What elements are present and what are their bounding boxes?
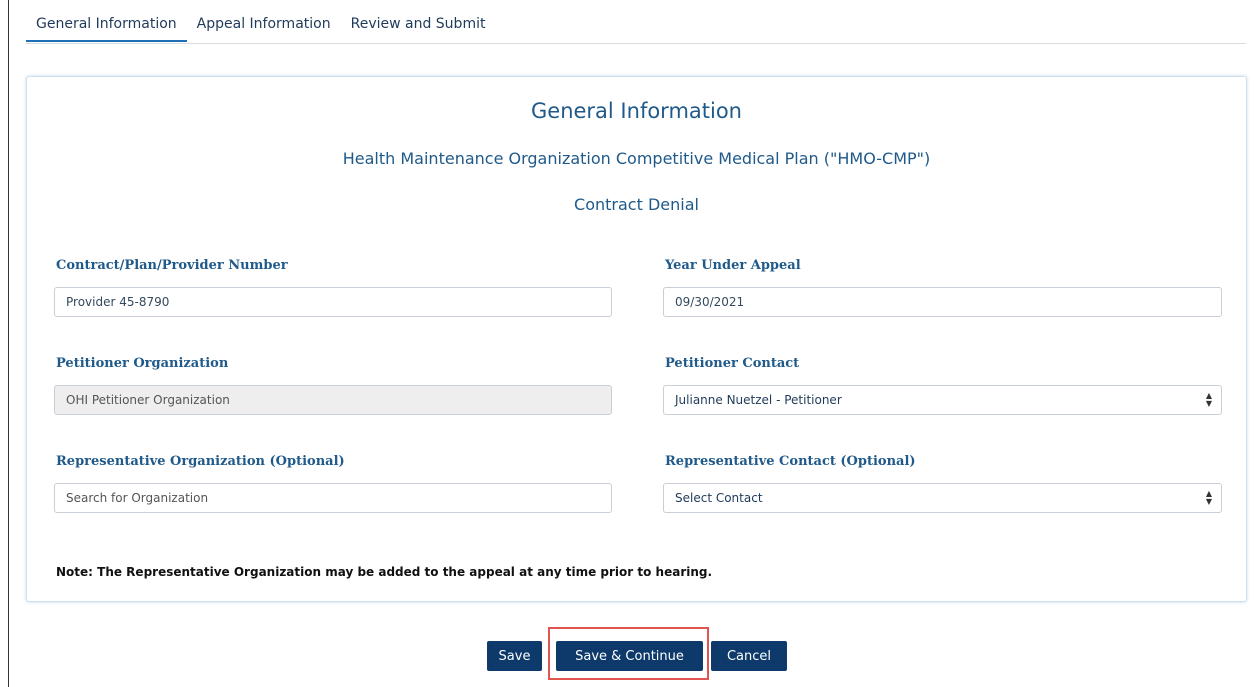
- save-button[interactable]: Save: [487, 641, 542, 671]
- contract-number-label: Contract/Plan/Provider Number: [56, 258, 288, 273]
- page-title: General Information: [531, 99, 742, 123]
- general-information-card: General Information Health Maintenance O…: [26, 76, 1247, 602]
- select-arrows-icon: ▲ ▼: [1205, 489, 1213, 506]
- year-under-appeal-input[interactable]: 09/30/2021: [663, 287, 1222, 317]
- tab-bar: General Information Appeal Information R…: [26, 8, 1246, 44]
- representative-contact-value: Select Contact: [675, 491, 763, 505]
- tab-general-information[interactable]: General Information: [26, 8, 187, 42]
- representative-organization-label: Representative Organization (Optional): [56, 454, 345, 469]
- appeal-type-heading: Contract Denial: [574, 195, 699, 214]
- petitioner-organization-label: Petitioner Organization: [56, 356, 229, 371]
- petitioner-contact-label: Petitioner Contact: [665, 356, 800, 371]
- petitioner-organization-input: OHI Petitioner Organization: [54, 385, 612, 415]
- representative-contact-label: Representative Contact (Optional): [665, 454, 916, 469]
- tab-appeal-information[interactable]: Appeal Information: [187, 8, 341, 40]
- year-under-appeal-label: Year Under Appeal: [665, 258, 801, 273]
- highlight-box: [548, 627, 709, 680]
- cancel-button[interactable]: Cancel: [711, 641, 787, 671]
- representative-contact-select[interactable]: Select Contact ▲ ▼: [663, 483, 1222, 513]
- petitioner-contact-value: Julianne Nuetzel - Petitioner: [675, 393, 842, 407]
- petitioner-contact-select[interactable]: Julianne Nuetzel - Petitioner ▲ ▼: [663, 385, 1222, 415]
- contract-number-input[interactable]: Provider 45-8790: [54, 287, 612, 317]
- representative-organization-search[interactable]: Search for Organization: [54, 483, 612, 513]
- plan-type-heading: Health Maintenance Organization Competit…: [342, 149, 931, 168]
- select-arrows-icon: ▲ ▼: [1205, 391, 1213, 408]
- tab-review-and-submit[interactable]: Review and Submit: [341, 8, 496, 40]
- representative-note: Note: The Representative Organization ma…: [56, 565, 713, 579]
